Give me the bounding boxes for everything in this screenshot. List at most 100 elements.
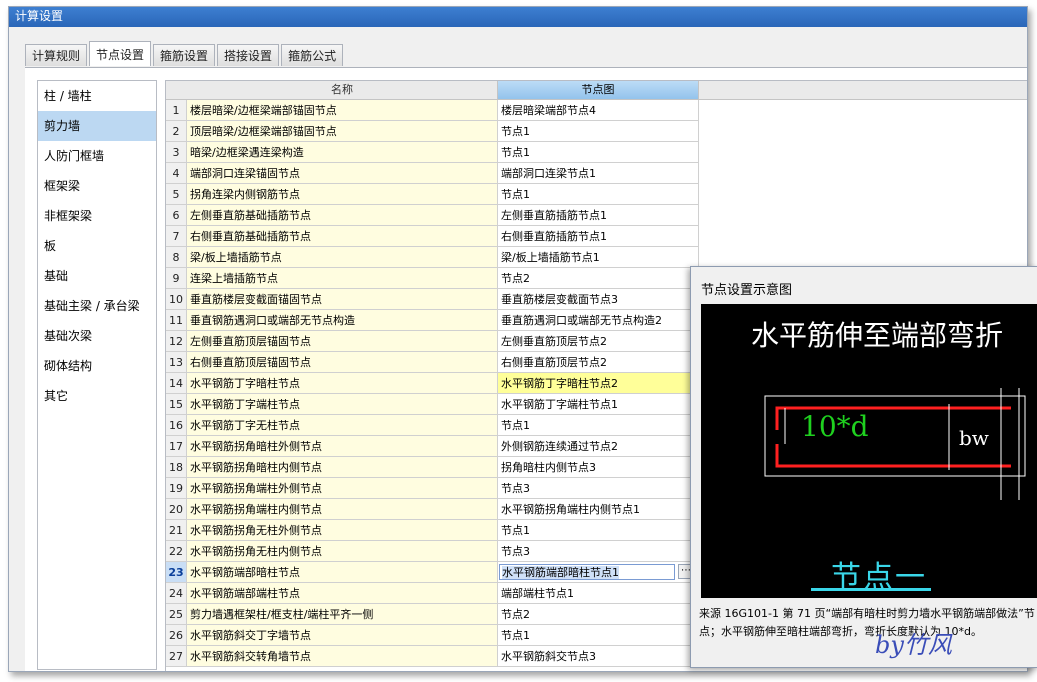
table-row[interactable]: 5 拐角连梁内侧钢筋节点 节点1 [166,184,699,205]
row-name-cell[interactable]: 顶层暗梁/边框梁端部锚固节点 [187,121,498,142]
row-name-cell[interactable]: 水平钢筋端部端柱节点 [187,583,498,604]
row-node-cell[interactable]: 左侧垂直筋顶层节点2 [498,331,699,352]
tab-0[interactable]: 计算规则 [25,44,88,66]
row-name-cell[interactable]: 水平钢筋拐角暗柱内侧节点 [187,457,498,478]
row-name-cell[interactable]: 拐角连梁内侧钢筋节点 [187,184,498,205]
table-row[interactable]: 1 楼层暗梁/边框梁端部锚固节点 楼层暗梁端部节点4 [166,100,699,121]
row-name-cell[interactable]: 水平钢筋拐角无柱内侧节点 [187,541,498,562]
table-row[interactable]: 6 左侧垂直筋基础插筋节点 左侧垂直筋插筋节点1 [166,205,699,226]
row-name-cell[interactable]: 左侧垂直筋顶层锚固节点 [187,331,498,352]
sidebar-item-5[interactable]: 板 [38,231,156,261]
sidebar-item-6[interactable]: 基础 [38,261,156,291]
row-name-cell[interactable]: 楼层暗梁/边框梁端部锚固节点 [187,100,498,121]
table-row[interactable]: 3 暗梁/边框梁遇连梁构造 节点1 [166,142,699,163]
row-node-cell[interactable]: 右侧垂直筋顶层节点2 [498,352,699,373]
table-row[interactable]: 20 水平钢筋拐角端柱内侧节点 水平钢筋拐角端柱内侧节点1 [166,499,699,520]
row-name-cell[interactable]: 水平钢筋拐角端柱外侧节点 [187,478,498,499]
table-row[interactable]: 7 右侧垂直筋基础插筋节点 右侧垂直筋插筋节点1 [166,226,699,247]
row-node-cell[interactable]: 左侧垂直筋插筋节点1 [498,205,699,226]
sidebar-item-7[interactable]: 基础主梁 / 承台梁 [38,291,156,321]
row-node-cell[interactable]: 节点2 [498,604,699,625]
row-name-cell[interactable]: 右侧垂直筋顶层锚固节点 [187,352,498,373]
row-name-cell[interactable]: 暗梁/边框梁遇连梁构造 [187,142,498,163]
row-node-cell[interactable]: 节点2 [498,268,699,289]
tab-4[interactable]: 箍筋公式 [281,44,344,66]
tab-1[interactable]: 节点设置 [89,41,152,66]
sidebar-item-3[interactable]: 框架梁 [38,171,156,201]
sidebar-item-2[interactable]: 人防门框墙 [38,141,156,171]
table-row[interactable]: 2 顶层暗梁/边框梁端部锚固节点 节点1 [166,121,699,142]
row-name-cell[interactable]: 水平钢筋拐角无柱外侧节点 [187,520,498,541]
row-name-cell[interactable]: 左侧垂直筋基础插筋节点 [187,205,498,226]
row-name-cell[interactable]: 右侧垂直筋基础插筋节点 [187,226,498,247]
table-row[interactable]: 13 右侧垂直筋顶层锚固节点 右侧垂直筋顶层节点2 [166,352,699,373]
row-node-cell[interactable]: 水平钢筋拐角端柱内侧节点1 [498,499,699,520]
row-node-cell[interactable]: 节点3 [498,478,699,499]
table-row[interactable]: 18 水平钢筋拐角暗柱内侧节点 拐角暗柱内侧节点3 [166,457,699,478]
row-name-cell[interactable]: 水平钢筋斜交丁字墙节点 [187,625,498,646]
table-row[interactable]: 19 水平钢筋拐角端柱外侧节点 节点3 [166,478,699,499]
table-row[interactable]: 25 剪力墙遇框架柱/框支柱/端柱平齐一侧 节点2 [166,604,699,625]
sidebar-item-8[interactable]: 基础次梁 [38,321,156,351]
row-name-cell[interactable]: 水平钢筋端部暗柱节点 [187,562,498,583]
row-node-cell[interactable]: 水平钢筋斜交节点3 [498,646,699,667]
row-node-cell[interactable]: 梁/板上墙插筋节点1 [498,247,699,268]
row-name-cell[interactable]: 垂直筋楼层变截面锚固节点 [187,289,498,310]
row-name-cell[interactable]: 剪力墙遇框架柱/框支柱/端柱平齐一侧 [187,604,498,625]
row-node-cell[interactable]: 水平钢筋端部暗柱节点1 ⋯ [498,562,699,583]
row-node-cell[interactable]: 水平钢筋丁字暗柱节点2 [498,373,699,394]
tab-3[interactable]: 搭接设置 [217,44,280,66]
column-header-name[interactable]: 名称 [187,81,498,99]
row-node-cell[interactable]: 节点1 [498,415,699,436]
row-node-cell[interactable]: 端部端柱节点1 [498,583,699,604]
table-row[interactable]: 11 垂直钢筋遇洞口或端部无节点构造 垂直筋遇洞口或端部无节点构造2 [166,310,699,331]
sidebar-item-1[interactable]: 剪力墙 [38,111,156,141]
row-name-cell[interactable]: 端部洞口连梁锚固节点 [187,163,498,184]
table-row[interactable]: 14 水平钢筋丁字暗柱节点 水平钢筋丁字暗柱节点2 [166,373,699,394]
row-name-cell[interactable]: 水平钢筋斜交转角墙节点 [187,646,498,667]
sidebar-item-10[interactable]: 其它 [38,381,156,411]
row-name-cell[interactable]: 水平钢筋拐角暗柱外侧节点 [187,436,498,457]
table-row[interactable]: 24 水平钢筋端部端柱节点 端部端柱节点1 [166,583,699,604]
node-edit-field[interactable]: 水平钢筋端部暗柱节点1 [499,564,675,580]
row-node-cell[interactable]: 节点1 [498,625,699,646]
row-name-cell[interactable]: 水平钢筋丁字端柱节点 [187,394,498,415]
table-row[interactable]: 22 水平钢筋拐角无柱内侧节点 节点3 [166,541,699,562]
row-name-cell[interactable]: 水平钢筋丁字暗柱节点 [187,373,498,394]
tab-2[interactable]: 箍筋设置 [153,44,216,66]
row-node-cell[interactable]: 端部洞口连梁节点1 [498,163,699,184]
row-name-cell[interactable]: 连梁上墙插筋节点 [187,268,498,289]
row-node-cell[interactable]: 节点1 [498,184,699,205]
row-node-cell[interactable]: 节点3 [498,541,699,562]
row-node-cell[interactable]: 水平钢筋丁字端柱节点1 [498,394,699,415]
table-row[interactable]: 23 水平钢筋端部暗柱节点 水平钢筋端部暗柱节点1 ⋯ [166,562,699,583]
table-row[interactable]: 12 左侧垂直筋顶层锚固节点 左侧垂直筋顶层节点2 [166,331,699,352]
row-name-cell[interactable]: 梁/板上墙插筋节点 [187,247,498,268]
column-header-node[interactable]: 节点图 [498,81,699,99]
row-node-cell[interactable]: 节点1 [498,520,699,541]
table-row[interactable]: 15 水平钢筋丁字端柱节点 水平钢筋丁字端柱节点1 [166,394,699,415]
row-name-cell[interactable]: 垂直钢筋遇洞口或端部无节点构造 [187,310,498,331]
row-node-cell[interactable]: 右侧垂直筋插筋节点1 [498,226,699,247]
sidebar-item-4[interactable]: 非框架梁 [38,201,156,231]
sidebar-item-9[interactable]: 砌体结构 [38,351,156,381]
table-row[interactable]: 26 水平钢筋斜交丁字墙节点 节点1 [166,625,699,646]
table-row[interactable]: 17 水平钢筋拐角暗柱外侧节点 外侧钢筋连续通过节点2 [166,436,699,457]
row-node-cell[interactable]: 节点1 [498,142,699,163]
row-node-cell[interactable]: 垂直筋遇洞口或端部无节点构造2 [498,310,699,331]
row-node-cell[interactable]: 楼层暗梁端部节点4 [498,100,699,121]
table-row[interactable]: 16 水平钢筋丁字无柱节点 节点1 [166,415,699,436]
table-row[interactable]: 4 端部洞口连梁锚固节点 端部洞口连梁节点1 [166,163,699,184]
row-name-cell[interactable]: 水平钢筋拐角端柱内侧节点 [187,499,498,520]
table-row[interactable]: 10 垂直筋楼层变截面锚固节点 垂直筋楼层变截面节点3 [166,289,699,310]
row-node-cell[interactable]: 外侧钢筋连续通过节点2 [498,436,699,457]
table-row[interactable]: 27 水平钢筋斜交转角墙节点 水平钢筋斜交节点3 [166,646,699,667]
row-node-cell[interactable]: 节点1 [498,121,699,142]
row-name-cell[interactable]: 水平钢筋丁字无柱节点 [187,415,498,436]
table-row[interactable]: 8 梁/板上墙插筋节点 梁/板上墙插筋节点1 [166,247,699,268]
row-node-cell[interactable]: 拐角暗柱内侧节点3 [498,457,699,478]
table-row[interactable]: 21 水平钢筋拐角无柱外侧节点 节点1 [166,520,699,541]
row-node-cell[interactable]: 垂直筋楼层变截面节点3 [498,289,699,310]
table-row[interactable]: 9 连梁上墙插筋节点 节点2 [166,268,699,289]
sidebar-item-0[interactable]: 柱 / 墙柱 [38,81,156,111]
